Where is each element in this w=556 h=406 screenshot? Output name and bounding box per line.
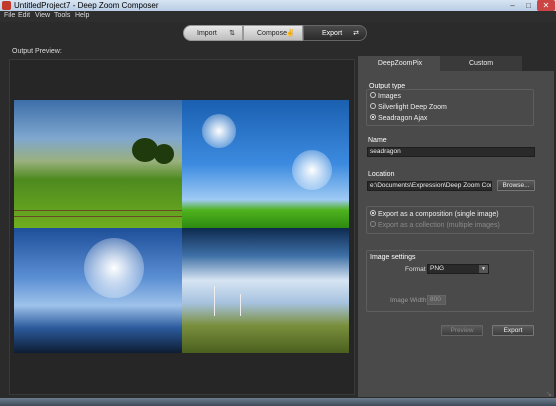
preview-image-windfarm bbox=[182, 228, 349, 353]
app-icon[interactable] bbox=[2, 1, 11, 10]
image-settings-label: Image settings bbox=[370, 254, 416, 261]
format-value: PNG bbox=[430, 265, 445, 272]
light-burst-shape bbox=[84, 238, 144, 298]
output-preview-label: Output Preview: bbox=[12, 48, 62, 55]
radio-seadragon-label: Seadragon Ajax bbox=[378, 115, 428, 122]
radio-images-label: Images bbox=[378, 93, 401, 100]
tab-custom[interactable]: Custom bbox=[440, 56, 522, 71]
fence-shape bbox=[14, 210, 182, 211]
tab-strip-spacer bbox=[522, 56, 554, 71]
export-label: Export bbox=[322, 30, 343, 37]
preview-image-landscape bbox=[14, 100, 182, 228]
radio-composition-label: Export as a composition (single image) bbox=[378, 211, 499, 218]
bubble-shape bbox=[202, 114, 236, 148]
radio-images[interactable]: Images bbox=[370, 92, 401, 100]
bubble-shape bbox=[292, 150, 332, 190]
resize-grip-icon[interactable]: ↘ bbox=[546, 390, 554, 398]
compose-label: Compose bbox=[257, 30, 287, 37]
export-button[interactable]: Export bbox=[492, 325, 534, 336]
window-title: UntitledProject7 - Deep Zoom Composer bbox=[14, 1, 159, 10]
import-icon: ⇅ bbox=[229, 30, 235, 37]
radio-seadragon-ajax[interactable]: Seadragon Ajax bbox=[370, 114, 428, 122]
radio-checked-icon bbox=[370, 114, 376, 121]
menu-view[interactable]: View bbox=[35, 12, 50, 19]
radio-silverlight-label: Silverlight Deep Zoom bbox=[378, 104, 447, 111]
radio-checked-icon bbox=[370, 210, 376, 217]
radio-unchecked-icon bbox=[370, 221, 376, 228]
radio-collection-label: Export as a collection (multiple images) bbox=[378, 222, 500, 229]
minimize-icon[interactable]: – bbox=[505, 0, 520, 11]
radio-silverlight-deep-zoom[interactable]: Silverlight Deep Zoom bbox=[370, 103, 447, 111]
name-label: Name bbox=[368, 137, 387, 144]
preview-image-windows-wallpaper bbox=[182, 100, 349, 228]
radio-unchecked-icon bbox=[370, 92, 376, 99]
chevron-down-icon: ▼ bbox=[479, 265, 488, 273]
compose-icon: ✌ bbox=[286, 30, 295, 37]
format-label: Format bbox=[405, 266, 426, 273]
menu-bar: File Edit View Tools Help bbox=[0, 11, 556, 22]
menu-help[interactable]: Help bbox=[75, 12, 89, 19]
import-label: Import bbox=[197, 30, 217, 37]
turbine-shape bbox=[214, 286, 215, 316]
turbine-shape bbox=[240, 294, 241, 316]
mode-switcher: Import ⇅ Compose ✌ Export ⇄ bbox=[0, 22, 556, 44]
close-icon[interactable]: ✕ bbox=[537, 0, 555, 11]
radio-export-composition[interactable]: Export as a composition (single image) bbox=[370, 210, 499, 218]
tab-deepzoompix[interactable]: DeepZoomPix bbox=[360, 56, 440, 71]
browse-button[interactable]: Browse... bbox=[497, 180, 535, 191]
import-mode-button[interactable]: Import ⇅ bbox=[183, 25, 243, 41]
menu-tools[interactable]: Tools bbox=[54, 12, 70, 19]
location-label: Location bbox=[368, 171, 395, 178]
image-width-field[interactable]: 800 bbox=[427, 295, 446, 305]
title-bar: UntitledProject7 - Deep Zoom Composer – … bbox=[0, 0, 556, 11]
compose-mode-button[interactable]: Compose ✌ bbox=[243, 25, 303, 41]
tree-shape bbox=[154, 144, 174, 164]
location-field[interactable]: e:\Documents\Expression\Deep Zoom Compos bbox=[367, 181, 492, 191]
maximize-icon[interactable]: □ bbox=[521, 0, 536, 11]
format-dropdown[interactable]: PNG ▼ bbox=[427, 264, 489, 274]
menu-file[interactable]: File bbox=[4, 12, 15, 19]
radio-export-collection[interactable]: Export as a collection (multiple images) bbox=[370, 221, 500, 229]
export-mode-button[interactable]: Export ⇄ bbox=[303, 25, 367, 41]
radio-unchecked-icon bbox=[370, 103, 376, 110]
name-field[interactable]: seadragon bbox=[367, 147, 535, 157]
fence-shape bbox=[14, 216, 182, 217]
image-width-label: Image Width bbox=[390, 297, 427, 304]
menu-edit[interactable]: Edit bbox=[18, 12, 30, 19]
preview-image-sky bbox=[14, 228, 182, 353]
export-icon: ⇄ bbox=[353, 30, 359, 37]
taskbar bbox=[0, 398, 556, 406]
preview-button[interactable]: Preview bbox=[441, 325, 483, 336]
